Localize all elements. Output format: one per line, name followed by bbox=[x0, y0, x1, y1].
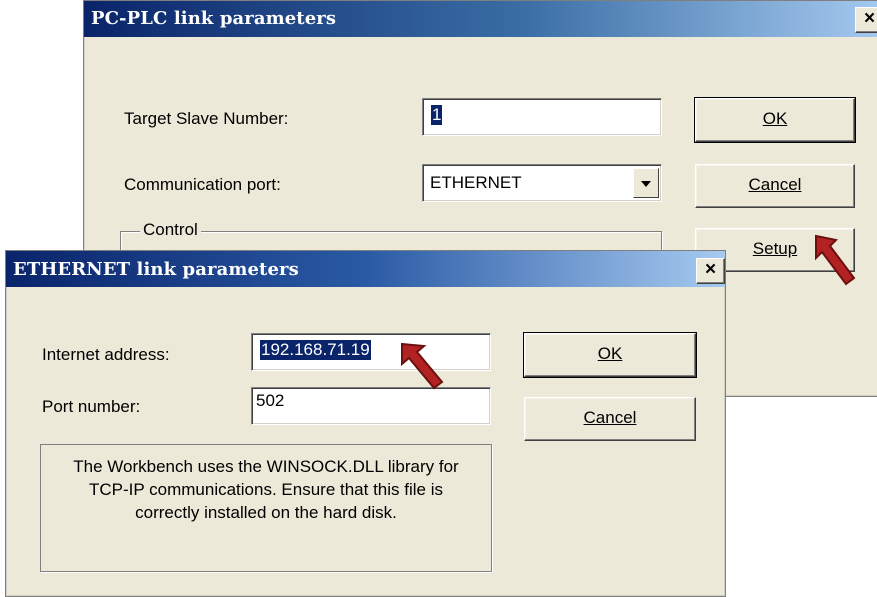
ethernet-ok-label: OK bbox=[597, 344, 623, 363]
ethernet-cancel-button[interactable]: Cancel bbox=[524, 397, 696, 441]
setup-label: Setup bbox=[752, 239, 798, 258]
port-number-label: Port number: bbox=[42, 397, 141, 416]
target-slave-label: Target Slave Number: bbox=[124, 109, 289, 128]
close-icon: × bbox=[863, 8, 876, 29]
plc-title-bar: PC-PLC link parameters × bbox=[84, 1, 877, 37]
ethernet-title-bar: ETHERNET link parameters × bbox=[6, 251, 725, 287]
plc-cancel-button[interactable]: Cancel bbox=[695, 164, 855, 208]
target-slave-input[interactable]: 1 bbox=[422, 98, 662, 136]
winsock-info-text: The Workbench uses the WINSOCK.DLL libra… bbox=[73, 457, 459, 522]
port-dropdown-button[interactable] bbox=[633, 168, 659, 198]
ethernet-ok-button[interactable]: OK bbox=[523, 332, 697, 378]
plc-dialog-title: PC-PLC link parameters bbox=[91, 8, 337, 29]
plc-ok-button[interactable]: OK bbox=[694, 97, 856, 143]
plc-close-button[interactable]: × bbox=[855, 7, 877, 33]
winsock-info-box: The Workbench uses the WINSOCK.DLL libra… bbox=[40, 444, 492, 572]
red-arrow-icon bbox=[815, 234, 856, 286]
ethernet-cancel-label: Cancel bbox=[583, 408, 637, 427]
communication-port-value: ETHERNET bbox=[430, 173, 522, 192]
port-number-value: 502 bbox=[256, 391, 285, 410]
ethernet-link-dialog: ETHERNET link parameters × Internet addr… bbox=[5, 250, 726, 597]
internet-address-label: Internet address: bbox=[42, 345, 170, 364]
internet-address-value: 192.168.71.19 bbox=[260, 340, 371, 360]
ethernet-dialog-title: ETHERNET link parameters bbox=[13, 259, 299, 280]
ethernet-close-button[interactable]: × bbox=[696, 258, 725, 284]
port-number-input[interactable]: 502 bbox=[251, 387, 491, 425]
close-icon: × bbox=[704, 259, 717, 280]
communication-port-label: Communication port: bbox=[124, 175, 281, 194]
chevron-down-icon bbox=[641, 181, 651, 187]
plc-cancel-label: Cancel bbox=[748, 175, 802, 194]
red-arrow-icon bbox=[401, 342, 444, 390]
internet-address-input[interactable]: 192.168.71.19 bbox=[251, 333, 491, 371]
control-group-label: Control bbox=[140, 220, 201, 240]
plc-ok-label: OK bbox=[762, 109, 788, 128]
communication-port-select[interactable]: ETHERNET bbox=[422, 164, 662, 202]
target-slave-value: 1 bbox=[431, 105, 443, 125]
